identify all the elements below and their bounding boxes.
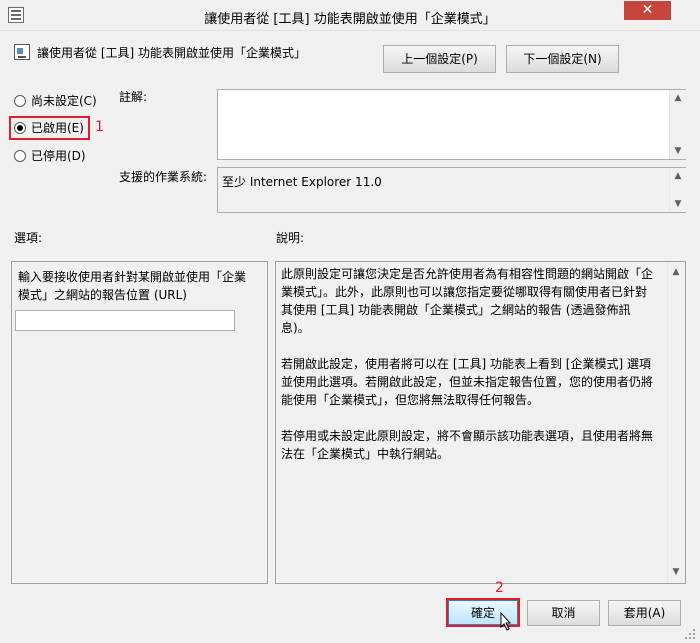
annotation-step-1: 1 xyxy=(95,119,104,135)
comment-textarea[interactable]: ▲ ▼ xyxy=(217,89,686,160)
comment-label: 註解: xyxy=(119,90,148,104)
apply-button[interactable]: 套用(A) xyxy=(608,600,681,626)
scroll-up-icon[interactable]: ▲ xyxy=(670,91,686,105)
scroll-down-icon[interactable]: ▼ xyxy=(670,197,686,211)
policy-name: 讓使用者從 [工具] 功能表開啟並使用「企業模式」 xyxy=(37,46,306,60)
previous-setting-button[interactable]: 上一個設定(P) xyxy=(383,45,496,73)
help-text: 此原則設定可讓您決定是否允許使用者為有相容性問題的網站開啟「企業模式」。此外，此… xyxy=(281,265,653,481)
policy-setting-icon xyxy=(14,44,30,60)
radio-not-configured[interactable]: 尚未設定(C) xyxy=(14,92,97,110)
scroll-down-icon[interactable]: ▼ xyxy=(668,565,684,579)
resize-grip-icon[interactable] xyxy=(684,628,696,640)
help-scrollbar[interactable]: ▲ ▼ xyxy=(667,262,684,583)
radio-enabled[interactable]: 已啟用(E) xyxy=(14,119,84,137)
supported-os-box: 至少 Internet Explorer 11.0 ▲ ▼ xyxy=(217,167,686,213)
cursor-icon xyxy=(500,611,512,634)
radio-circle-selected[interactable] xyxy=(14,122,26,134)
help-paragraph: 若開啟此設定，使用者將可以在 [工具] 功能表上看到 [企業模式] 選項並使用此… xyxy=(281,357,654,407)
radio-circle[interactable] xyxy=(14,95,26,107)
help-label: 說明: xyxy=(276,231,305,245)
comment-scrollbar[interactable]: ▲ ▼ xyxy=(669,90,686,159)
options-label: 選項: xyxy=(14,231,43,245)
window-title: 讓使用者從 [工具] 功能表開啟並使用「企業模式」 xyxy=(204,12,496,27)
help-paragraph: 若停用或未設定此原則設定，將不會顯示該功能表選項，且使用者將無法在「企業模式」中… xyxy=(281,429,654,461)
cancel-button[interactable]: 取消 xyxy=(527,600,600,626)
supported-label: 支援的作業系統: xyxy=(119,170,208,184)
scroll-up-icon[interactable]: ▲ xyxy=(670,169,686,183)
radio-disabled[interactable]: 已停用(D) xyxy=(14,147,86,165)
scroll-down-icon[interactable]: ▼ xyxy=(670,144,686,158)
next-setting-button[interactable]: 下一個設定(N) xyxy=(506,45,619,73)
radio-disabled-label: 已停用(D) xyxy=(31,149,86,163)
report-url-input[interactable] xyxy=(15,310,235,331)
scroll-up-icon[interactable]: ▲ xyxy=(668,265,684,279)
url-description: 輸入要接收使用者針對某開啟並使用「企業模式」之網站的報告位置 (URL) xyxy=(18,270,247,302)
radio-not-configured-label: 尚未設定(C) xyxy=(31,94,97,108)
supported-os-value: 至少 Internet Explorer 11.0 xyxy=(222,175,382,189)
supported-scrollbar[interactable]: ▲ ▼ xyxy=(669,168,686,212)
radio-enabled-label: 已啟用(E) xyxy=(31,121,84,135)
radio-circle[interactable] xyxy=(14,150,26,162)
close-button[interactable]: ✕ xyxy=(624,1,671,20)
annotation-step-2: 2 xyxy=(495,580,504,596)
help-paragraph: 此原則設定可讓您決定是否允許使用者為有相容性問題的網站開啟「企業模式」。此外，此… xyxy=(281,267,654,335)
